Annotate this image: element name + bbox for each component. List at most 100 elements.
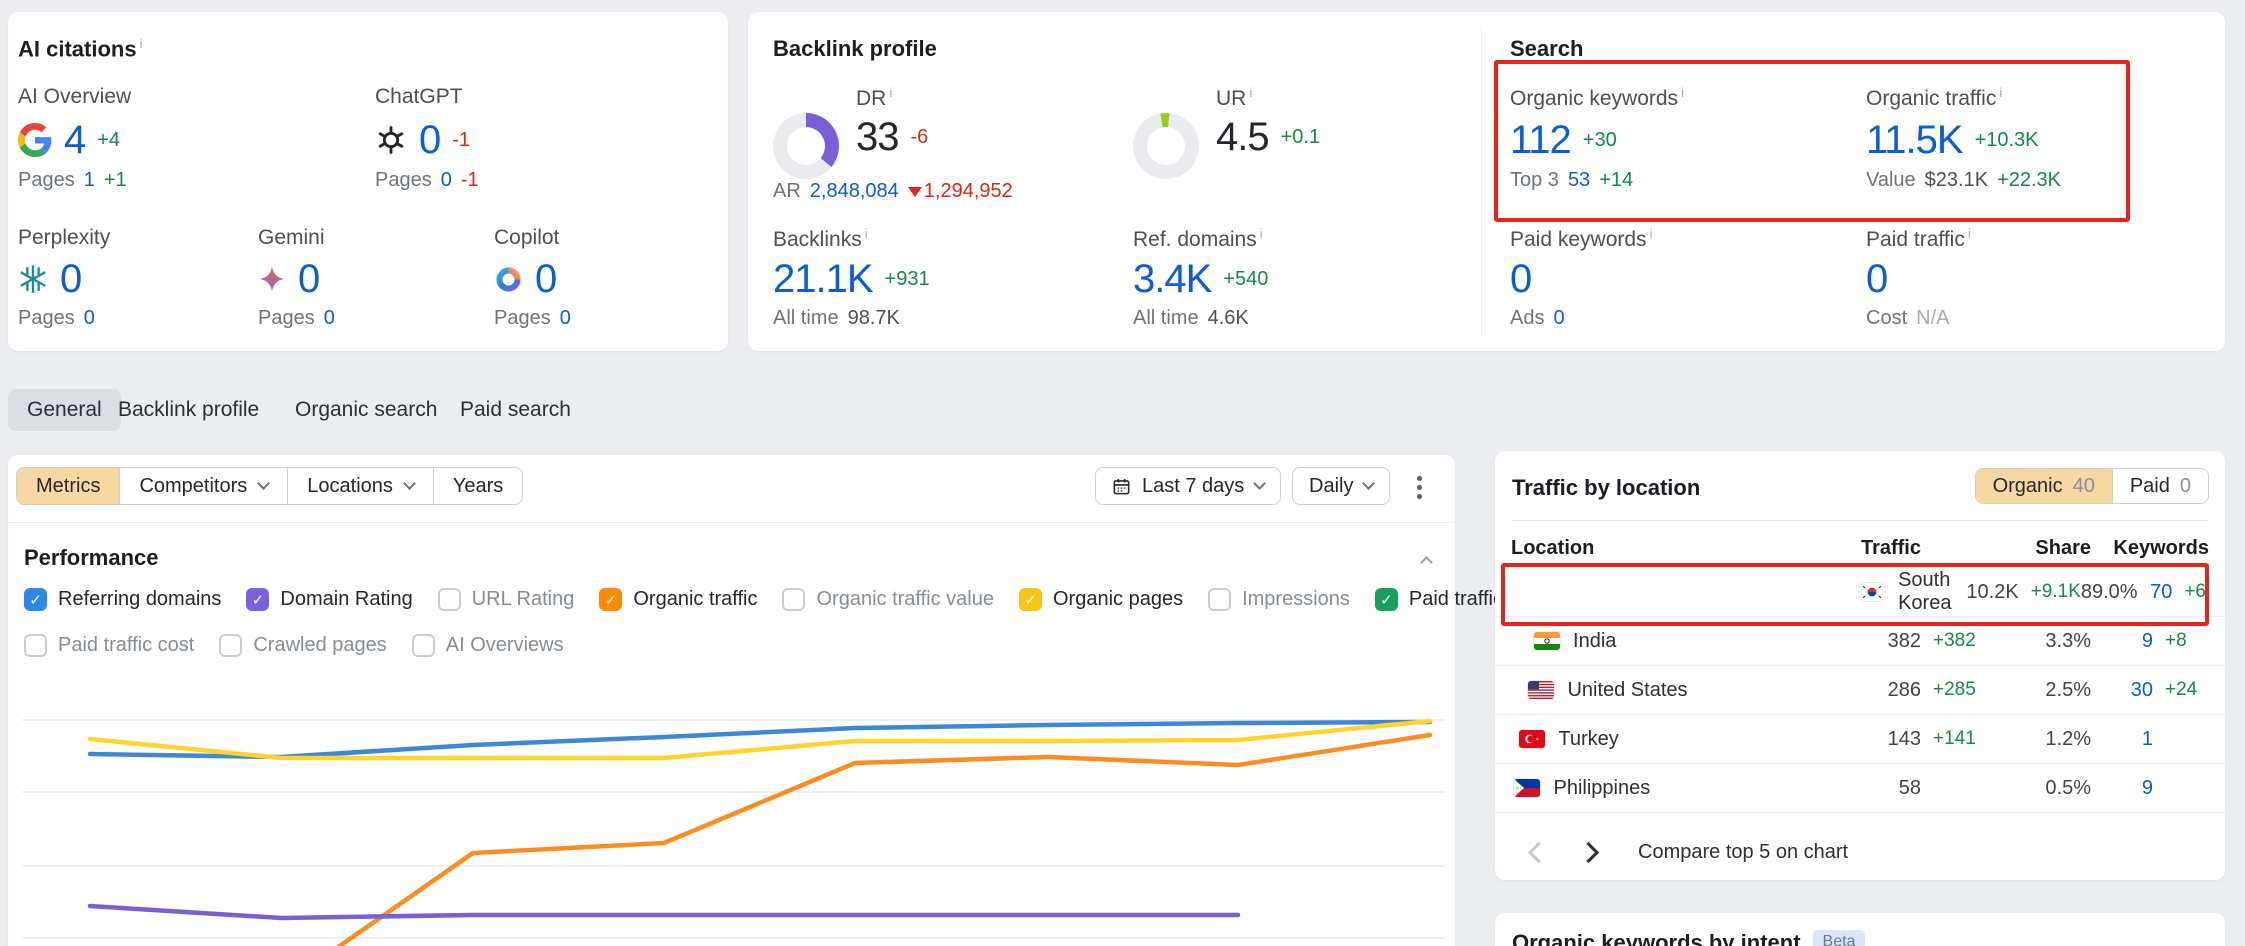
date-range-button[interactable]: Last 7 days (1095, 467, 1281, 505)
years-filter-button[interactable]: Years (434, 468, 522, 504)
collapse-chevron-up-icon[interactable] (1420, 556, 1433, 569)
checkbox-url-rating[interactable]: URL Rating (438, 588, 575, 611)
perplexity-value[interactable]: 0 (60, 257, 81, 302)
gemini-value[interactable]: 0 (298, 257, 319, 302)
table-row-philippines[interactable]: Philippines 58 0.5% 9 (1495, 764, 2225, 813)
gemini-value-row: 0 (258, 255, 319, 303)
table-row-turkey[interactable]: Turkey 143 +141 1.2% 1 (1495, 715, 2225, 764)
more-options-button[interactable] (1410, 469, 1429, 506)
checkbox-box[interactable] (782, 588, 805, 611)
checkbox-organic-traffic-value[interactable]: Organic traffic value (782, 588, 994, 611)
ai-overview-delta: +4 (97, 129, 120, 152)
organic-keywords-delta: +30 (1583, 129, 1617, 152)
perplexity-pages: Pages 0 (18, 307, 95, 330)
chevron-down-icon (1253, 477, 1266, 490)
metrics-filter-button[interactable]: Metrics (17, 468, 120, 504)
compare-top5-link[interactable]: Compare top 5 on chart (1638, 841, 1848, 864)
checkbox-box[interactable] (246, 588, 269, 611)
ar-value[interactable]: 2,848,084 (810, 180, 899, 203)
tab-paid-search[interactable]: Paid search (460, 389, 571, 431)
checkbox-box[interactable] (412, 634, 435, 657)
checkbox-organic-pages[interactable]: Organic pages (1019, 588, 1183, 611)
organic-keywords-value[interactable]: 112 (1510, 118, 1571, 163)
checkbox-box[interactable] (1208, 588, 1231, 611)
paid-keywords-value[interactable]: 0 (1510, 257, 1531, 302)
ref-domains-alltime: All time 4.6K (1133, 307, 1249, 330)
next-page-chevron-right-icon[interactable] (1578, 842, 1599, 863)
paid-traffic-value[interactable]: 0 (1866, 257, 1887, 302)
table-row-united-states[interactable]: United States 286 +285 2.5% 30 +24 (1495, 666, 2225, 715)
search-title: Search (1510, 36, 1583, 62)
gemini-icon (258, 265, 286, 293)
column-keywords: Keywords (2091, 537, 2209, 560)
prev-page-chevron-left-icon[interactable] (1528, 842, 1549, 863)
checkbox-box[interactable] (24, 634, 47, 657)
organic-traffic-label: Organic traffici (1866, 85, 2002, 111)
chevron-down-icon (403, 477, 416, 490)
checkbox-box[interactable] (438, 588, 461, 611)
competitors-filter-button[interactable]: Competitors (120, 468, 288, 504)
info-icon[interactable]: i (1999, 85, 2002, 100)
info-icon[interactable]: i (865, 226, 868, 241)
info-icon[interactable]: i (889, 85, 892, 100)
checkbox-box[interactable] (219, 634, 242, 657)
info-icon[interactable]: i (1968, 226, 1971, 241)
organic-keywords-value-row: 112 +30 (1510, 116, 1617, 164)
backlinks-value[interactable]: 21.1K (773, 257, 873, 302)
granularity-button[interactable]: Daily (1292, 467, 1390, 505)
info-icon[interactable]: i (1681, 85, 1684, 100)
copilot-pages: Pages 0 (494, 307, 571, 330)
traffic-by-location-card: Traffic by location Organic40 Paid0 Loca… (1495, 451, 2225, 880)
checkbox-organic-traffic[interactable]: Organic traffic (599, 588, 757, 611)
tab-backlink-profile[interactable]: Backlink profile (118, 389, 259, 431)
toggle-paid[interactable]: Paid0 (2113, 469, 2208, 503)
top3-row: Top 3 53 +14 (1510, 169, 1633, 192)
tab-organic-search[interactable]: Organic search (295, 389, 437, 431)
checkbox-box[interactable] (1375, 588, 1398, 611)
organic-traffic-value[interactable]: 11.5K (1866, 118, 1963, 163)
checkbox-paid-traffic-cost[interactable]: Paid traffic cost (24, 634, 194, 657)
info-icon[interactable]: i (1260, 226, 1263, 241)
toggle-organic[interactable]: Organic40 (1976, 469, 2113, 503)
down-arrow-icon (908, 187, 922, 197)
checkbox-ai-overviews[interactable]: AI Overviews (412, 634, 564, 657)
ar-delta: 1,294,952 (908, 180, 1013, 203)
organic-traffic-delta: +10.3K (1975, 129, 2039, 152)
backlinks-value-row: 21.1K +931 (773, 255, 930, 303)
card-section-divider (1481, 26, 1482, 337)
checkbox-domain-rating[interactable]: Domain Rating (246, 588, 412, 611)
perplexity-label: Perplexity (18, 226, 110, 250)
section-divider (8, 522, 1455, 523)
checkbox-referring-domains[interactable]: Referring domains (24, 588, 221, 611)
info-icon[interactable]: i (140, 36, 143, 51)
copilot-value[interactable]: 0 (535, 257, 556, 302)
traffic-by-location-title: Traffic by location (1512, 475, 1700, 501)
column-traffic: Traffic (1801, 537, 1921, 560)
checkbox-box[interactable] (599, 588, 622, 611)
info-icon[interactable]: i (1249, 85, 1252, 100)
table-row-india[interactable]: India 382 +382 3.3% 9 +8 (1495, 617, 2225, 666)
organic-keywords-by-intent-card: Organic keywords by intentBeta (1495, 913, 2225, 946)
info-icon[interactable]: i (1650, 226, 1653, 241)
ai-overview-value[interactable]: 4 (64, 118, 85, 163)
ur-label: URi (1216, 85, 1252, 111)
checkbox-box[interactable] (1019, 588, 1042, 611)
backlinks-alltime: All time 98.7K (773, 307, 900, 330)
backlink-search-card: Backlink profile DRi 33 -6 AR 2,848,084 … (748, 12, 2225, 351)
organic-keywords-label: Organic keywordsi (1510, 85, 1684, 111)
tab-general[interactable]: General (8, 389, 121, 431)
perplexity-icon (18, 264, 48, 294)
ur-value: 4.5 (1216, 115, 1269, 160)
ai-overview-pages: Pages 1 +1 (18, 169, 127, 192)
checkbox-box[interactable] (24, 588, 47, 611)
ai-citations-card: AI citationsi AI Overview 4 +4 Pages 1 +… (8, 12, 728, 351)
checkbox-impressions[interactable]: Impressions (1208, 588, 1350, 611)
chatgpt-value[interactable]: 0 (419, 118, 440, 163)
checkbox-crawled-pages[interactable]: Crawled pages (219, 634, 386, 657)
value-row: Value $23.1K +22.3K (1866, 169, 2061, 192)
checkbox-paid-traffic[interactable]: Paid traffic (1375, 588, 1503, 611)
locations-filter-button[interactable]: Locations (288, 468, 434, 504)
ref-domains-value[interactable]: 3.4K (1133, 257, 1211, 302)
table-row-south-korea[interactable]: South Korea 10.2K +9.1K 89.0% 70 +6 (1495, 568, 2225, 617)
chart-line-organic-pages (90, 721, 1430, 758)
